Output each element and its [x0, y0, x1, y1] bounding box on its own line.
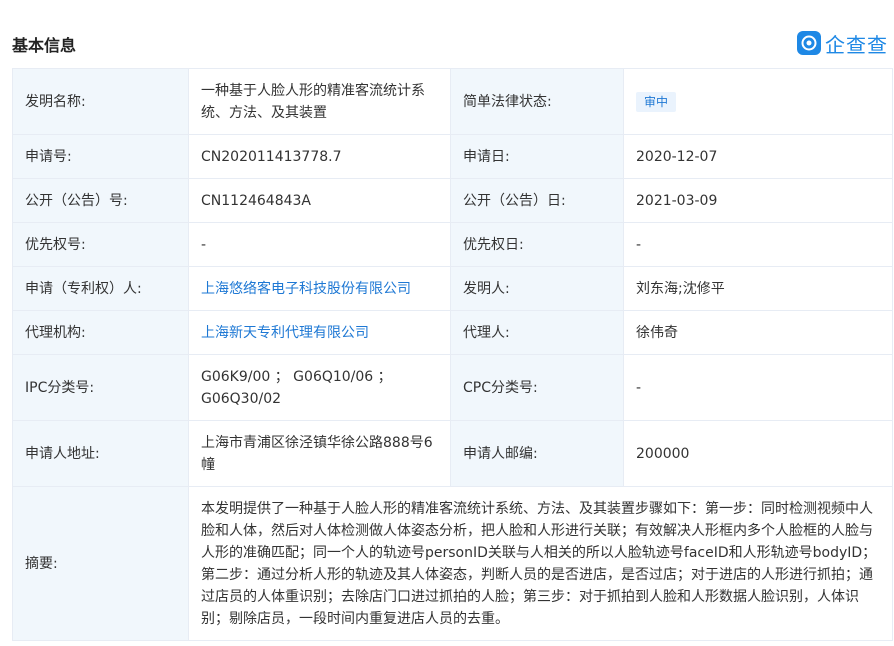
- agent-label: 代理人:: [450, 310, 624, 355]
- ipc-value: G06K9/00 ； G06Q10/06 ； G06Q30/02: [188, 354, 451, 421]
- priority-number-value: -: [188, 222, 451, 267]
- application-date-label: 申请日:: [450, 134, 624, 179]
- application-number-value: CN202011413778.7: [188, 134, 451, 179]
- priority-number-label: 优先权号:: [12, 222, 189, 267]
- qichacha-logo[interactable]: 企查查: [797, 30, 888, 57]
- abstract-text: 本发明提供了一种基于人脸人形的精准客流统计系统、方法、及其装置步骤如下：第一步：…: [188, 486, 893, 641]
- table-row: 申请人地址: 上海市青浦区徐泾镇华徐公路888号6幢 申请人邮编: 200000: [12, 420, 893, 487]
- table-row: IPC分类号: G06K9/00 ； G06Q10/06 ； G06Q30/02…: [12, 354, 893, 421]
- table-row: 公开（公告）号: CN112464843A 公开（公告）日: 2021-03-0…: [12, 178, 893, 223]
- invention-name-value: 一种基于人脸人形的精准客流统计系统、方法、及其装置: [188, 68, 451, 135]
- publication-number-value: CN112464843A: [188, 178, 451, 223]
- logo-mark-icon: [797, 31, 821, 55]
- table-row: 代理机构: 上海新天专利代理有限公司 代理人: 徐伟奇: [12, 310, 893, 355]
- application-number-label: 申请号:: [12, 134, 189, 179]
- section-title: 基本信息: [12, 36, 77, 55]
- legal-status-label: 简单法律状态:: [450, 68, 624, 135]
- table-row: 申请号: CN202011413778.7 申请日: 2020-12-07: [12, 134, 893, 179]
- applicant-label: 申请（专利权）人:: [12, 266, 189, 311]
- publication-number-label: 公开（公告）号:: [12, 178, 189, 223]
- logo-text: 企查查: [825, 32, 888, 57]
- priority-date-value: -: [623, 222, 893, 267]
- applicant-address-value: 上海市青浦区徐泾镇华徐公路888号6幢: [188, 420, 451, 487]
- table-row: 发明名称: 一种基于人脸人形的精准客流统计系统、方法、及其装置 简单法律状态: …: [12, 68, 893, 135]
- legal-status-cell: 审中: [623, 68, 893, 135]
- abstract-label: 摘要:: [12, 486, 189, 641]
- applicant-address-label: 申请人地址:: [12, 420, 189, 487]
- agency-label: 代理机构:: [12, 310, 189, 355]
- priority-date-label: 优先权日:: [450, 222, 624, 267]
- table-row: 申请（专利权）人: 上海悠络客电子科技股份有限公司 发明人: 刘东海;沈修平: [12, 266, 893, 311]
- agent-value: 徐伟奇: [623, 310, 893, 355]
- publication-date-label: 公开（公告）日:: [450, 178, 624, 223]
- publication-date-value: 2021-03-09: [623, 178, 893, 223]
- invention-name-label: 发明名称:: [12, 68, 189, 135]
- applicant-postcode-value: 200000: [623, 420, 893, 487]
- status-badge: 审中: [636, 91, 677, 112]
- inventor-label: 发明人:: [450, 266, 624, 311]
- page-header: 基本信息 企查查: [0, 0, 894, 68]
- cpc-label: CPC分类号:: [450, 354, 624, 421]
- cpc-value: -: [623, 354, 893, 421]
- applicant-postcode-label: 申请人邮编:: [450, 420, 624, 487]
- table-row: 优先权号: - 优先权日: -: [12, 222, 893, 267]
- inventor-value: 刘东海;沈修平: [623, 266, 893, 311]
- table-row: 摘要: 本发明提供了一种基于人脸人形的精准客流统计系统、方法、及其装置步骤如下：…: [12, 486, 893, 641]
- basic-info-table: 发明名称: 一种基于人脸人形的精准客流统计系统、方法、及其装置 简单法律状态: …: [12, 68, 893, 641]
- applicant-link[interactable]: 上海悠络客电子科技股份有限公司: [188, 266, 451, 311]
- application-date-value: 2020-12-07: [623, 134, 893, 179]
- ipc-label: IPC分类号:: [12, 354, 189, 421]
- agency-link[interactable]: 上海新天专利代理有限公司: [188, 310, 451, 355]
